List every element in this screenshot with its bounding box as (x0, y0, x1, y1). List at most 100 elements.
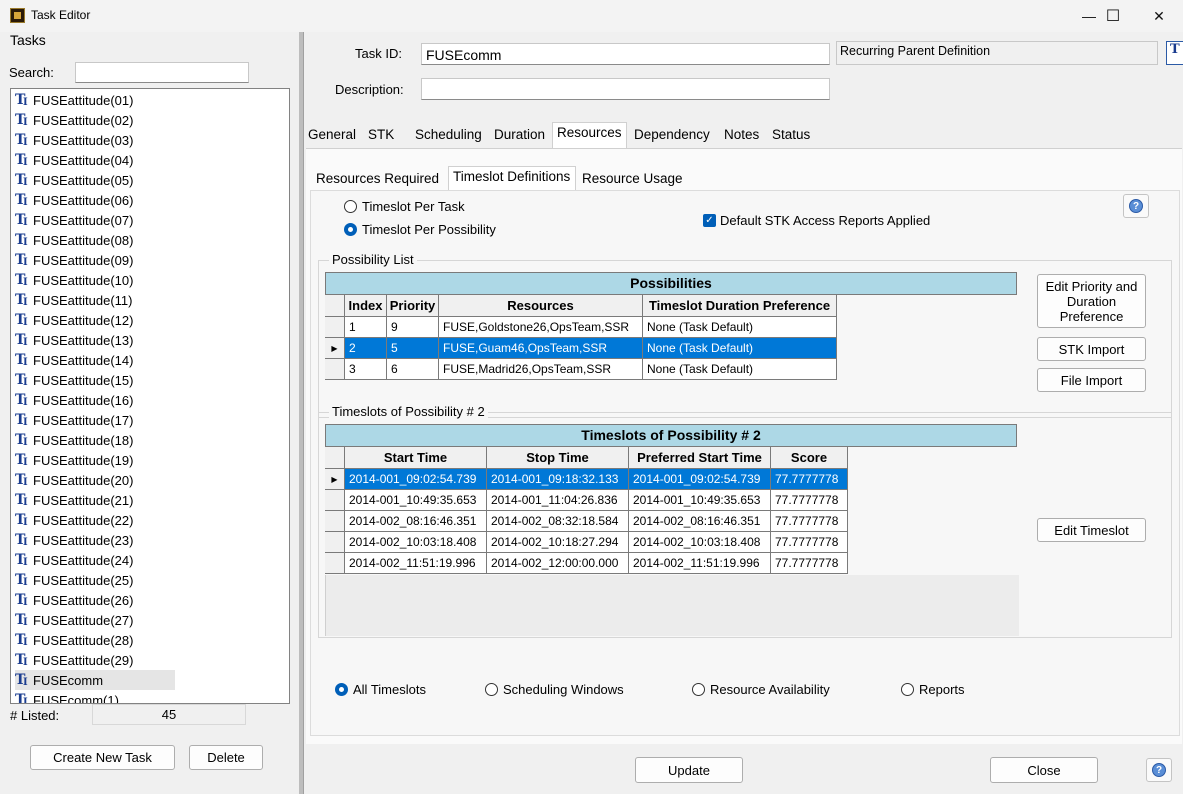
task-list-item[interactable]: TFUSEattitude(18) (15, 430, 133, 451)
task-list-item[interactable]: TFUSEattitude(29) (15, 650, 133, 671)
subtab-resource-usage[interactable]: Resource Usage (578, 169, 692, 191)
task-list-scrollbar[interactable] (289, 177, 290, 562)
filter-option-all-timeslots[interactable]: All Timeslots (335, 682, 426, 697)
delete-button[interactable]: Delete (189, 745, 263, 770)
grid-cell[interactable]: 2014-002_11:51:19.996 (629, 553, 771, 574)
tab-resources[interactable]: Resources (552, 122, 627, 148)
column-header[interactable]: Priority (387, 295, 439, 317)
column-header[interactable]: Resources (439, 295, 643, 317)
grid-cell[interactable]: 2014-001_10:49:35.653 (629, 490, 771, 511)
grid-cell[interactable]: None (Task Default) (643, 359, 837, 380)
footer-help-button[interactable]: ? (1146, 758, 1172, 782)
row-header[interactable]: ▶ (325, 338, 345, 359)
grid-cell[interactable]: 2014-001_10:49:35.653 (345, 490, 487, 511)
task-list-item[interactable]: TFUSEattitude(02) (15, 110, 133, 131)
maximize-button[interactable]: ☐ (1090, 0, 1136, 32)
file-import-button[interactable]: File Import (1037, 368, 1146, 392)
grid-cell[interactable]: 77.7777778 (771, 532, 848, 553)
close-button[interactable]: Close (990, 757, 1098, 783)
task-list-item[interactable]: TFUSEattitude(21) (15, 490, 133, 511)
column-header[interactable]: Timeslot Duration Preference (643, 295, 837, 317)
possibilities-grid[interactable]: Index Priority Resources Timeslot Duration … (325, 295, 1025, 395)
grid-cell[interactable]: 2014-001_09:02:54.739 (629, 469, 771, 490)
grid-cell[interactable]: 77.7777778 (771, 511, 848, 532)
grid-cell[interactable]: 2014-001_11:04:26.836 (487, 490, 629, 511)
subtab-resources-required[interactable]: Resources Required (312, 169, 446, 191)
task-list-item[interactable]: TFUSEattitude(16) (15, 390, 133, 411)
grid-cell[interactable]: FUSE,Goldstone26,OpsTeam,SSR (439, 317, 643, 338)
tab-status[interactable]: Status (768, 125, 815, 147)
tab-general[interactable]: General (304, 125, 361, 147)
create-new-task-button[interactable]: Create New Task (30, 745, 175, 770)
grid-cell[interactable]: FUSE,Madrid26,OpsTeam,SSR (439, 359, 643, 380)
row-header[interactable] (325, 553, 345, 574)
column-header[interactable]: Index (345, 295, 387, 317)
grid-cell[interactable]: 5 (387, 338, 439, 359)
tab-dependency[interactable]: Dependency (630, 125, 717, 147)
task-list-item[interactable]: TFUSEattitude(01) (15, 90, 133, 111)
column-header[interactable]: Preferred Start Time (629, 447, 771, 469)
task-list-item[interactable]: TFUSEattitude(19) (15, 450, 133, 471)
default-stk-reports-checkbox[interactable]: ✓ Default STK Access Reports Applied (703, 213, 930, 228)
subtab-timeslot-definitions[interactable]: Timeslot Definitions (448, 166, 576, 191)
task-list-item[interactable]: TFUSEattitude(08) (15, 230, 133, 251)
task-id-input[interactable]: FUSEcomm (421, 43, 830, 65)
grid-cell[interactable]: 2014-002_08:32:18.584 (487, 511, 629, 532)
row-header[interactable] (325, 359, 345, 380)
filter-option-resource-availability[interactable]: Resource Availability (692, 682, 830, 697)
row-header[interactable] (325, 511, 345, 532)
grid-cell[interactable]: 6 (387, 359, 439, 380)
row-header[interactable] (325, 490, 345, 511)
grid-cell[interactable]: None (Task Default) (643, 338, 837, 359)
task-list-item[interactable]: TFUSEattitude(06) (15, 190, 133, 211)
tab-duration[interactable]: Duration (490, 125, 549, 147)
row-header[interactable]: ▶ (325, 469, 345, 490)
grid-cell[interactable]: 77.7777778 (771, 469, 848, 490)
column-header[interactable]: Stop Time (487, 447, 629, 469)
grid-cell[interactable]: 1 (345, 317, 387, 338)
update-button[interactable]: Update (635, 757, 743, 783)
tab-scheduling[interactable]: Scheduling (411, 125, 487, 147)
grid-cell[interactable]: None (Task Default) (643, 317, 837, 338)
tab-notes[interactable]: Notes (720, 125, 765, 147)
task-list-item[interactable]: TFUSEattitude(24) (15, 550, 133, 571)
grid-cell[interactable]: 2014-002_10:18:27.294 (487, 532, 629, 553)
task-list-item[interactable]: TFUSEattitude(13) (15, 330, 133, 351)
grid-cell[interactable]: 77.7777778 (771, 553, 848, 574)
row-header[interactable] (325, 317, 345, 338)
help-button[interactable]: ? (1123, 194, 1149, 218)
filter-option-reports[interactable]: Reports (901, 682, 965, 697)
task-list-item[interactable]: TFUSEcomm(1) (15, 690, 119, 703)
task-list-item[interactable]: TFUSEattitude(15) (15, 370, 133, 391)
close-window-button[interactable]: ✕ (1136, 0, 1182, 32)
grid-cell[interactable]: 2014-002_08:16:46.351 (345, 511, 487, 532)
task-list-item[interactable]: TFUSEattitude(14) (15, 350, 133, 371)
task-list-item[interactable]: TFUSEattitude(11) (15, 290, 132, 311)
task-list-item[interactable]: TFUSEattitude(26) (15, 590, 133, 611)
task-list-item[interactable]: TFUSEattitude(17) (15, 410, 133, 431)
timeslots-grid[interactable]: Start Time Stop Time Preferred Start Time S… (325, 447, 1025, 577)
grid-cell[interactable]: 2014-002_10:03:18.408 (345, 532, 487, 553)
task-list-item[interactable]: TFUSEattitude(07) (15, 210, 133, 231)
grid-cell[interactable]: 2014-002_10:03:18.408 (629, 532, 771, 553)
row-header[interactable] (325, 532, 345, 553)
task-list-item[interactable]: TFUSEattitude(28) (15, 630, 133, 651)
task-list-item[interactable]: TFUSEattitude(27) (15, 610, 133, 631)
task-list-item[interactable]: TFUSEattitude(23) (15, 530, 133, 551)
column-header[interactable]: Start Time (345, 447, 487, 469)
edit-priority-button[interactable]: Edit Priority and Duration Preference (1037, 274, 1146, 328)
grid-cell[interactable]: 2014-002_11:51:19.996 (345, 553, 487, 574)
column-header[interactable]: Score (771, 447, 848, 469)
grid-cell[interactable]: 2014-002_12:00:00.000 (487, 553, 629, 574)
timeslot-per-possibility-option[interactable]: Timeslot Per Possibility (344, 222, 496, 237)
grid-cell[interactable]: 2014-001_09:18:32.133 (487, 469, 629, 490)
task-list-item[interactable]: TFUSEattitude(22) (15, 510, 133, 531)
grid-cell[interactable]: 9 (387, 317, 439, 338)
grid-cell[interactable]: 2014-001_09:02:54.739 (345, 469, 487, 490)
tab-stk[interactable]: STK (364, 125, 408, 147)
task-list-item[interactable]: TFUSEattitude(03) (15, 130, 133, 151)
grid-cell[interactable]: 2 (345, 338, 387, 359)
task-list-item[interactable]: TFUSEattitude(20) (15, 470, 133, 491)
task-list-item[interactable]: TFUSEattitude(12) (15, 310, 133, 331)
timeslot-per-task-option[interactable]: Timeslot Per Task (344, 199, 465, 214)
